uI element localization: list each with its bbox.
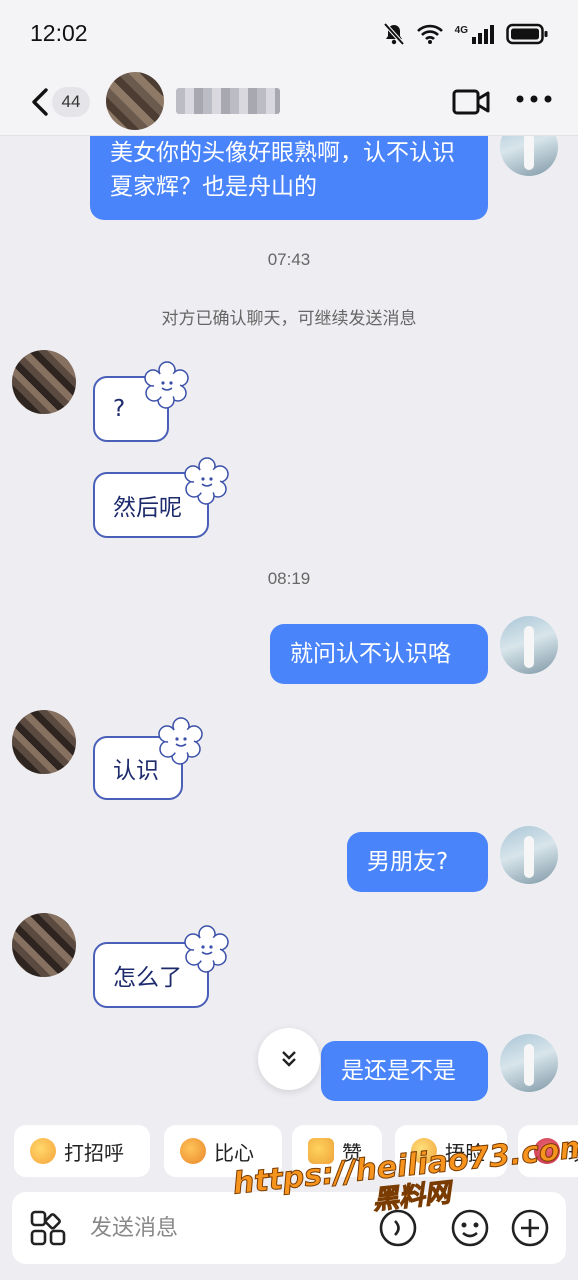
wifi-icon (416, 24, 443, 44)
mute-bell-icon (383, 22, 405, 46)
message-text: 然后呢 (113, 495, 182, 521)
chip-label: 赞 (342, 1140, 362, 1165)
my-avatar[interactable] (500, 136, 558, 176)
network-type-label: 4G (454, 24, 468, 36)
thumbs-up-emoji-icon (308, 1138, 334, 1164)
chat-header: 44 (0, 68, 578, 136)
plus-icon[interactable] (510, 1208, 550, 1248)
message-text: ? (113, 396, 126, 422)
timestamp: 07:43 (267, 250, 311, 269)
emoji-icon[interactable] (450, 1208, 490, 1248)
video-call-icon[interactable] (452, 88, 490, 116)
double-chevron-down-icon (282, 1051, 296, 1067)
outgoing-message[interactable]: 男朋友? (347, 832, 488, 892)
message-text: 是还是不是 (341, 1058, 456, 1084)
message-input[interactable] (90, 1206, 350, 1250)
quick-reply-greet[interactable]: 打招呼 (14, 1125, 150, 1177)
outgoing-message[interactable]: 是还是不是 (321, 1041, 488, 1101)
contact-avatar-small[interactable] (12, 710, 76, 774)
battery-icon (506, 23, 548, 45)
cloud-sticker-icon (184, 925, 229, 973)
message-input-bar (12, 1192, 566, 1264)
my-avatar[interactable] (500, 616, 558, 674)
outgoing-message[interactable]: 美女你的头像好眼熟啊，认不认识夏家辉？也是舟山的 (90, 136, 488, 220)
my-avatar[interactable] (500, 1034, 558, 1092)
quick-reply-bar: 打招呼 比心 赞 捂脸 玫 (0, 1122, 578, 1182)
status-time: 12:02 (30, 20, 88, 46)
outgoing-message[interactable]: 就问认不认识咯 (270, 624, 488, 684)
message-list[interactable]: 美女你的头像好眼熟啊，认不认识夏家辉？也是舟山的 07:43 对方已确认聊天，可… (0, 136, 578, 1116)
unread-count-badge[interactable]: 44 (52, 87, 90, 117)
status-bar: 12:02 4G (0, 0, 578, 68)
cloud-sticker-icon (158, 717, 203, 765)
heart-hands-emoji-icon (180, 1138, 206, 1164)
message-text: 美女你的头像好眼熟啊，认不认识夏家辉？也是舟山的 (110, 140, 455, 200)
voice-icon[interactable] (378, 1208, 418, 1248)
quick-reply-facepalm[interactable]: 捂脸 (395, 1125, 507, 1177)
chip-label: 打招呼 (64, 1140, 124, 1165)
apps-grid-icon[interactable] (30, 1210, 66, 1246)
rose-emoji-icon (534, 1138, 560, 1164)
contact-avatar-small[interactable] (12, 913, 76, 977)
status-icons: 4G (383, 22, 548, 46)
contact-name-pixelated[interactable] (176, 88, 280, 114)
chip-label: 玫 (568, 1137, 578, 1166)
my-avatar[interactable] (500, 826, 558, 884)
chip-label: 捂脸 (445, 1140, 485, 1165)
timestamp: 08:19 (267, 569, 311, 588)
message-text: 就问认不认识咯 (290, 641, 451, 667)
cloud-sticker-icon (184, 457, 229, 505)
scroll-to-bottom-button[interactable] (258, 1028, 320, 1090)
contact-avatar[interactable] (106, 72, 164, 130)
wave-emoji-icon (30, 1138, 56, 1164)
contact-avatar-small[interactable] (12, 350, 76, 414)
signal-4g-icon: 4G (454, 24, 494, 44)
quick-reply-heart[interactable]: 比心 (164, 1125, 282, 1177)
chip-label: 比心 (214, 1140, 254, 1165)
facepalm-emoji-icon (411, 1138, 437, 1164)
more-options-icon[interactable] (516, 94, 552, 104)
quick-reply-rose[interactable]: 玫 (518, 1125, 578, 1177)
message-text: 认识 (113, 758, 159, 784)
message-text: 男朋友? (367, 849, 449, 875)
cloud-sticker-icon (144, 361, 189, 409)
message-text: 怎么了 (113, 965, 182, 991)
system-notice: 对方已确认聊天，可继续发送消息 (161, 309, 417, 329)
quick-reply-like[interactable]: 赞 (292, 1125, 382, 1177)
